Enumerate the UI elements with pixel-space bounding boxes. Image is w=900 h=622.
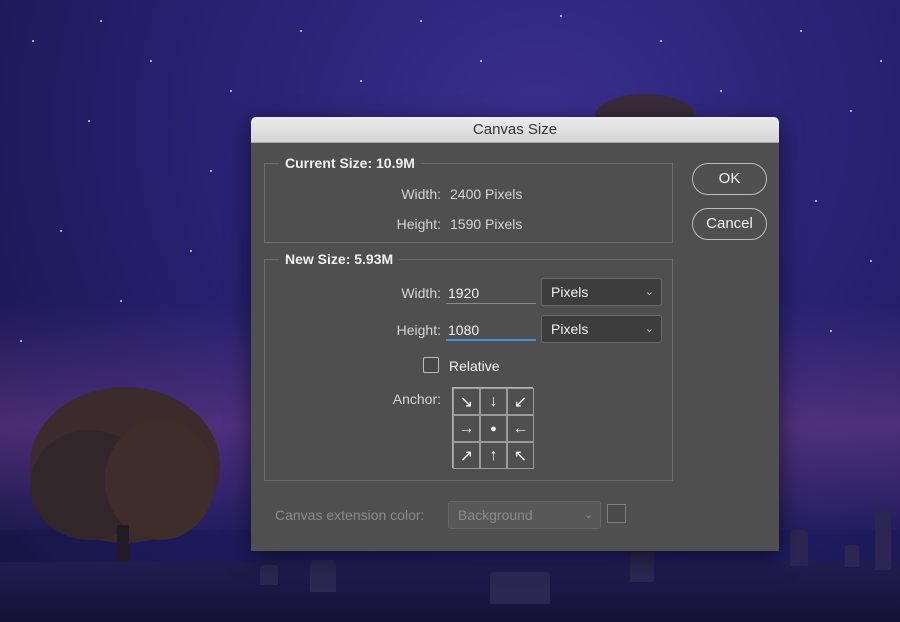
anchor-e-cell[interactable]: ←	[507, 415, 534, 442]
gravestone	[845, 545, 859, 567]
ground	[0, 562, 900, 622]
new-height-label: Height:	[396, 322, 441, 338]
anchor-dot-icon: ●	[490, 422, 497, 435]
gravestone	[490, 572, 550, 604]
gravestone	[875, 510, 891, 570]
width-unit-value: Pixels	[551, 284, 589, 300]
chevron-down-icon: ⌄	[583, 509, 593, 521]
gravestone	[310, 560, 336, 592]
current-width-label: Width:	[401, 186, 441, 202]
arrow-icon: ↗	[459, 447, 474, 465]
new-width-label: Width:	[401, 285, 441, 301]
current-size-legend: Current Size: 10.9M	[285, 155, 415, 171]
cancel-button[interactable]: Cancel	[692, 208, 767, 240]
arrow-icon: ↓	[489, 392, 498, 410]
gravestone	[790, 530, 808, 566]
extension-color-select[interactable]: Background ⌄	[448, 501, 601, 529]
anchor-n-cell[interactable]: ↓	[480, 388, 507, 415]
anchor-sw-cell[interactable]: ↗	[453, 442, 480, 469]
arrow-icon: ↙	[513, 393, 528, 411]
anchor-grid[interactable]: ↘ ↓ ↙ → ● ← ↗ ↑ ↖	[452, 387, 534, 469]
extension-color-swatch[interactable]	[607, 504, 626, 523]
relative-label[interactable]: Relative	[449, 358, 500, 374]
anchor-nw-cell[interactable]: ↘	[453, 388, 480, 415]
current-height-label: Height:	[396, 216, 441, 232]
arrow-icon: ↘	[459, 393, 474, 411]
dialog-title: Canvas Size	[251, 117, 779, 143]
gravestone	[260, 565, 278, 585]
current-height-value: 1590 Pixels	[450, 216, 523, 232]
anchor-center-cell[interactable]: ●	[480, 415, 507, 442]
anchor-s-cell[interactable]: ↑	[480, 442, 507, 469]
chevron-down-icon: ⌄	[644, 286, 654, 298]
anchor-se-cell[interactable]: ↖	[507, 442, 534, 469]
anchor-label: Anchor:	[392, 391, 441, 407]
new-height-input[interactable]: 1080	[446, 319, 536, 341]
height-unit-select[interactable]: Pixels ⌄	[541, 315, 662, 343]
new-width-input[interactable]: 1920	[446, 282, 536, 304]
extension-color-label: Canvas extension color:	[275, 507, 425, 523]
height-unit-value: Pixels	[551, 321, 589, 337]
new-size-legend: New Size: 5.93M	[285, 251, 394, 267]
width-unit-select[interactable]: Pixels ⌄	[541, 278, 662, 306]
arrow-icon: →	[458, 419, 475, 437]
canvas-size-dialog: Canvas Size Current Size: 10.9M Width: 2…	[251, 117, 779, 551]
arrow-icon: ↖	[513, 447, 528, 465]
anchor-ne-cell[interactable]: ↙	[507, 388, 534, 415]
ok-button[interactable]: OK	[692, 163, 767, 195]
relative-checkbox[interactable]	[423, 357, 439, 373]
chevron-down-icon: ⌄	[644, 323, 654, 335]
extension-color-value: Background	[458, 507, 533, 523]
current-width-value: 2400 Pixels	[450, 186, 523, 202]
gravestone	[630, 552, 654, 582]
anchor-w-cell[interactable]: →	[453, 415, 480, 442]
arrow-icon: ↑	[489, 446, 498, 464]
arrow-icon: ←	[512, 419, 529, 437]
